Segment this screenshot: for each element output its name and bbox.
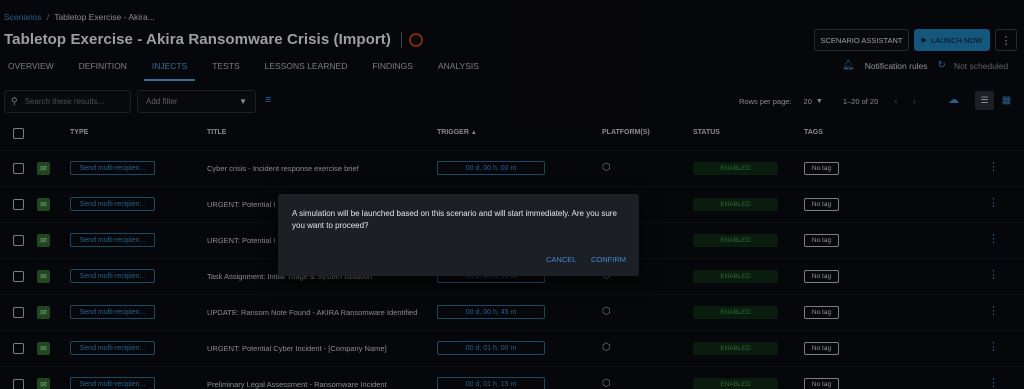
dialog-message: A simulation will be launched based on t… xyxy=(292,209,617,230)
confirm-button[interactable]: CONFIRM xyxy=(591,255,626,264)
launch-confirm-dialog: A simulation will be launched based on t… xyxy=(278,194,639,276)
scenario-page: Scenarios / Tabletop Exercise - Akira...… xyxy=(0,0,1024,389)
cancel-button[interactable]: CANCEL xyxy=(546,255,576,264)
